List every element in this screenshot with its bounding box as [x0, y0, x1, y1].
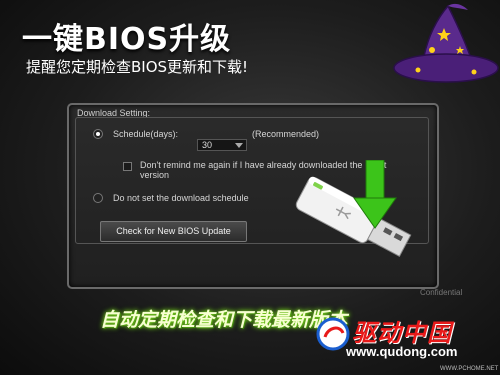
site-watermark: WWW.PCHOME.NET: [440, 366, 499, 372]
dont-remind-checkbox[interactable]: [123, 162, 132, 171]
dropdown-arrow-icon: [235, 143, 243, 148]
schedule-days-value: 30: [202, 140, 213, 150]
recommended-label: (Recommended): [252, 129, 320, 139]
schedule-days-select[interactable]: 30: [197, 139, 247, 151]
slogan-text: 自动定期检查和下载最新版本: [100, 309, 348, 331]
schedule-radio[interactable]: [93, 129, 103, 139]
qudong-logo: 驱动中国 www.qudong.com: [316, 313, 496, 371]
check-bios-update-button[interactable]: Check for New BIOS Update: [100, 221, 247, 242]
page-subtitle: 提醒您定期检查BIOS更新和下载!: [26, 58, 249, 76]
no-schedule-radio[interactable]: [93, 193, 103, 203]
page-title: 一键BIOS升级: [22, 22, 232, 57]
dont-remind-label-line1: Don't remind me again if I have already …: [140, 160, 387, 170]
logo-name: 驱动中国: [352, 319, 452, 347]
download-arrow-icon: [353, 160, 397, 229]
dont-remind-label-line2: version: [140, 170, 170, 180]
logo-url: www.qudong.com: [346, 344, 458, 359]
no-schedule-label: Do not set the download schedule: [113, 193, 249, 203]
usb-drive-icon: [295, 176, 412, 257]
wizard-hat-icon: [393, 3, 499, 83]
schedule-label: Schedule(days):: [113, 129, 179, 139]
logo-emblem-icon: [316, 317, 350, 351]
confidential-watermark: Confidential: [420, 288, 463, 297]
